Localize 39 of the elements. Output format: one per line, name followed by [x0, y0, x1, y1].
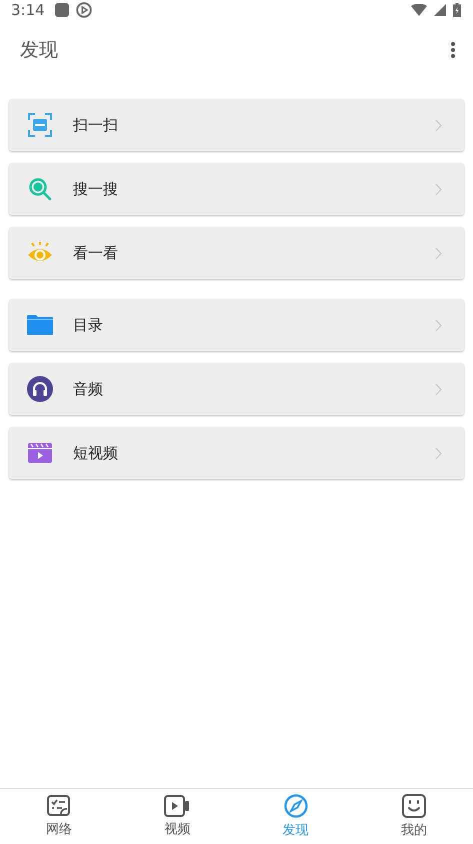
eye-icon — [27, 242, 53, 264]
video-clip-icon — [27, 443, 53, 463]
search-icon — [27, 177, 53, 201]
chevron-right-icon — [435, 318, 442, 332]
menu-item-label: 看一看 — [73, 244, 119, 262]
menu-item[interactable]: 音频 — [9, 363, 464, 415]
signal-icon — [434, 4, 446, 16]
menu-item[interactable]: 看一看 — [9, 227, 464, 279]
menu-item[interactable]: 扫一扫 — [9, 99, 464, 151]
nav-tab[interactable]: 我的 — [354, 789, 473, 844]
scan-icon — [27, 113, 53, 137]
status-time: 3:14 — [11, 1, 45, 19]
menu-item[interactable]: 搜一搜 — [9, 163, 464, 215]
menu-item-label: 短视频 — [73, 444, 119, 462]
app-notification-icon — [54, 3, 69, 17]
menu-item-label: 音频 — [73, 380, 104, 398]
play-circle-icon — [76, 2, 92, 18]
menu-item[interactable]: 短视频 — [9, 427, 464, 479]
chevron-right-icon — [435, 182, 442, 196]
more-options-icon[interactable] — [450, 41, 456, 59]
battery-icon — [453, 3, 461, 17]
nav-tab[interactable]: 网络 — [0, 789, 118, 844]
folder-icon — [27, 314, 53, 336]
menu-item-label: 扫一扫 — [73, 116, 119, 134]
chevron-right-icon — [435, 382, 442, 396]
nav-tab[interactable]: 视频 — [118, 789, 236, 844]
headphones-icon — [27, 376, 53, 402]
chevron-right-icon — [435, 446, 442, 460]
chevron-right-icon — [435, 118, 442, 132]
chevron-right-icon — [435, 246, 442, 260]
compass-icon — [284, 794, 308, 818]
wifi-icon — [411, 4, 427, 16]
menu-item[interactable]: 目录 — [9, 299, 464, 351]
page-title: 发现 — [20, 38, 58, 63]
menu-item-label: 目录 — [73, 316, 104, 334]
video-camera-icon — [164, 795, 190, 817]
menu-item-label: 搜一搜 — [73, 180, 119, 198]
smiley-icon — [402, 794, 426, 818]
checklist-icon — [47, 795, 72, 817]
